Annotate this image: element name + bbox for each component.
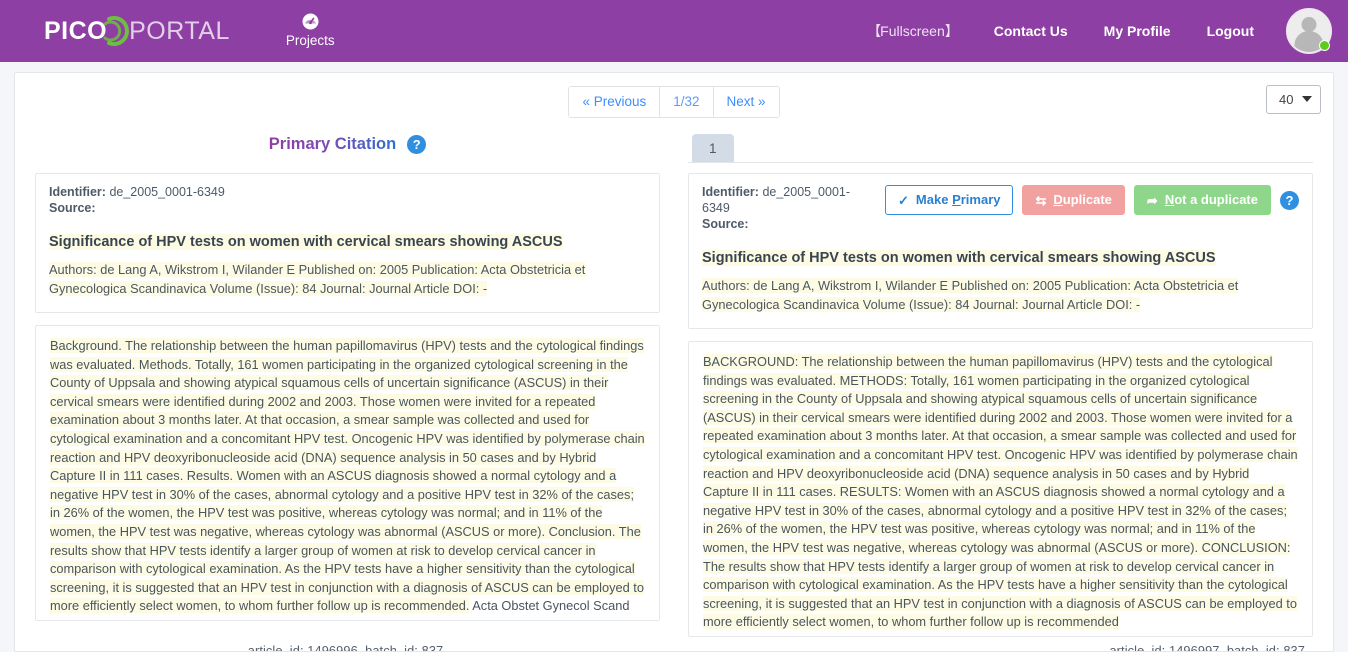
left-column-header: Primary Citation ? bbox=[35, 125, 660, 163]
tab-duplicate-1[interactable]: 1 bbox=[692, 134, 734, 162]
bracket-right: 】 bbox=[944, 23, 959, 39]
nav-right-group: 【Fullscreen】 Contact Us My Profile Logou… bbox=[849, 8, 1332, 54]
left-citation-meta: Authors: de Lang A, Wikstrom I, Wilander… bbox=[49, 260, 646, 298]
right-column: Identifier: de_2005_0001-6349 Source: ✓ … bbox=[688, 163, 1313, 637]
right-identifier-block: Identifier: de_2005_0001-6349 Source: bbox=[702, 184, 875, 232]
left-abstract-card: Background. The relationship between the… bbox=[35, 325, 660, 621]
nav-projects-label: Projects bbox=[285, 33, 335, 48]
right-citation-title-text: Significance of HPV tests on women with … bbox=[702, 250, 1216, 266]
make-primary-button[interactable]: ✓ Make Primary bbox=[885, 185, 1014, 215]
right-abstract-card: BACKGROUND: The relationship between the… bbox=[688, 341, 1313, 637]
source-label: Source: bbox=[49, 201, 96, 215]
left-citation-title: Significance of HPV tests on women with … bbox=[49, 232, 646, 252]
not-a-duplicate-button[interactable]: ➦ Not a duplicate bbox=[1133, 185, 1271, 215]
page-indicator: 1/32 bbox=[659, 86, 713, 118]
main-panel: « Previous 1/32 Next » 40 Primary Citati… bbox=[14, 72, 1334, 652]
duplicate-label: Duplicate bbox=[1053, 192, 1112, 207]
footer-ids-row: article_id: 1496996 batch_id: 837 articl… bbox=[15, 643, 1333, 652]
identifier-label: Identifier: bbox=[702, 185, 759, 199]
right-citation-card: Identifier: de_2005_0001-6349 Source: ✓ … bbox=[688, 173, 1313, 329]
page-size-select[interactable]: 40 bbox=[1266, 85, 1321, 114]
share-arrow-icon: ➦ bbox=[1146, 192, 1158, 208]
nav-link-fullscreen-label: Fullscreen bbox=[880, 23, 945, 39]
right-citation-meta-text: Authors: de Lang A, Wikstrom I, Wilander… bbox=[702, 278, 1239, 312]
left-citation-card: Identifier: de_2005_0001-6349 Source: Si… bbox=[35, 173, 660, 313]
duplicate-actions: ✓ Make Primary ⇆ Duplicate ➦ Not a dupli… bbox=[885, 185, 1299, 215]
previous-button[interactable]: « Previous bbox=[568, 86, 660, 118]
left-footer-ids: article_id: 1496996 batch_id: 837 bbox=[35, 643, 656, 652]
right-citation-title: Significance of HPV tests on women with … bbox=[702, 248, 1299, 268]
right-abstract-text: BACKGROUND: The relationship between the… bbox=[703, 353, 1298, 632]
left-column: Identifier: de_2005_0001-6349 Source: Si… bbox=[35, 163, 660, 637]
pagination: « Previous 1/32 Next » bbox=[568, 86, 780, 118]
avatar-head-shape bbox=[1301, 17, 1317, 32]
avatar-online-status-dot bbox=[1319, 40, 1330, 51]
left-batch-id-label: batch_id: bbox=[365, 643, 418, 652]
question-mark-icon[interactable]: ? bbox=[1280, 190, 1299, 210]
left-article-id-label: article_id: bbox=[247, 643, 304, 652]
make-primary-label: Make Primary bbox=[915, 192, 1001, 207]
page-size-wrapper: 40 bbox=[1266, 85, 1321, 114]
gauge-icon bbox=[302, 13, 319, 30]
left-citation-meta-text: Authors: de Lang A, Wikstrom I, Wilander… bbox=[49, 262, 586, 296]
check-icon: ✓ bbox=[898, 192, 909, 208]
right-abstract-highlighted: BACKGROUND: The relationship between the… bbox=[703, 354, 1298, 630]
brand-portal-text: PORTAL bbox=[129, 16, 230, 45]
brand-logo[interactable]: PICO PORTAL bbox=[44, 0, 230, 62]
right-footer-ids: article_id: 1496997 batch_id: 837 bbox=[684, 643, 1313, 652]
left-article-id-value: 1496996 bbox=[307, 643, 358, 652]
source-label: Source: bbox=[702, 217, 749, 231]
left-identifier-row: Identifier: de_2005_0001-6349 Source: bbox=[49, 184, 646, 216]
column-headers: Primary Citation ? 1 bbox=[15, 125, 1333, 163]
nav-link-logout[interactable]: Logout bbox=[1189, 23, 1272, 39]
top-navbar: PICO PORTAL Projects 【Fullscreen】 Contac… bbox=[0, 0, 1348, 62]
identifier-value: de_2005_0001-6349 bbox=[109, 185, 225, 199]
question-mark-icon[interactable]: ? bbox=[407, 134, 427, 154]
left-abstract-text: Background. The relationship between the… bbox=[50, 337, 645, 620]
duplicate-tabstrip: 1 bbox=[688, 125, 1313, 163]
bracket-left: 【 bbox=[867, 23, 881, 39]
right-batch-id-value: 837 bbox=[1283, 643, 1305, 652]
swap-arrows-icon: ⇆ bbox=[1035, 192, 1047, 208]
left-identifier-block: Identifier: de_2005_0001-6349 Source: bbox=[49, 184, 225, 216]
right-identifier-row: Identifier: de_2005_0001-6349 Source: ✓ … bbox=[702, 184, 1299, 232]
primary-citation-heading: Primary Citation ? bbox=[35, 125, 660, 163]
nav-link-my-profile[interactable]: My Profile bbox=[1086, 23, 1189, 39]
identifier-label: Identifier: bbox=[49, 185, 106, 199]
next-button[interactable]: Next » bbox=[712, 86, 780, 118]
brand-pico-text: PICO bbox=[44, 16, 108, 45]
pager-row: « Previous 1/32 Next » 40 bbox=[15, 73, 1333, 125]
user-avatar[interactable] bbox=[1286, 8, 1332, 54]
right-citation-meta: Authors: de Lang A, Wikstrom I, Wilander… bbox=[702, 276, 1299, 314]
right-column-header: 1 bbox=[688, 125, 1313, 163]
right-article-id-value: 1496997 bbox=[1169, 643, 1220, 652]
nav-link-fullscreen[interactable]: 【Fullscreen】 bbox=[849, 21, 976, 41]
not-a-duplicate-label: Not a duplicate bbox=[1164, 192, 1258, 207]
page-body: « Previous 1/32 Next » 40 Primary Citati… bbox=[0, 62, 1348, 652]
right-article-id-label: article_id: bbox=[1109, 643, 1166, 652]
left-citation-title-text: Significance of HPV tests on women with … bbox=[49, 234, 563, 250]
right-batch-id-label: batch_id: bbox=[1226, 643, 1280, 652]
left-batch-id-value: 837 bbox=[421, 643, 444, 652]
page-title: Primary Citation bbox=[268, 134, 397, 153]
citation-cards-row: Identifier: de_2005_0001-6349 Source: Si… bbox=[15, 163, 1333, 637]
nav-link-contact-us[interactable]: Contact Us bbox=[976, 23, 1086, 39]
brand-swoosh-icon bbox=[103, 16, 130, 46]
duplicate-button[interactable]: ⇆ Duplicate bbox=[1022, 185, 1125, 215]
nav-projects[interactable]: Projects bbox=[276, 9, 345, 53]
left-abstract-highlighted: Background. The relationship between the… bbox=[50, 338, 645, 614]
